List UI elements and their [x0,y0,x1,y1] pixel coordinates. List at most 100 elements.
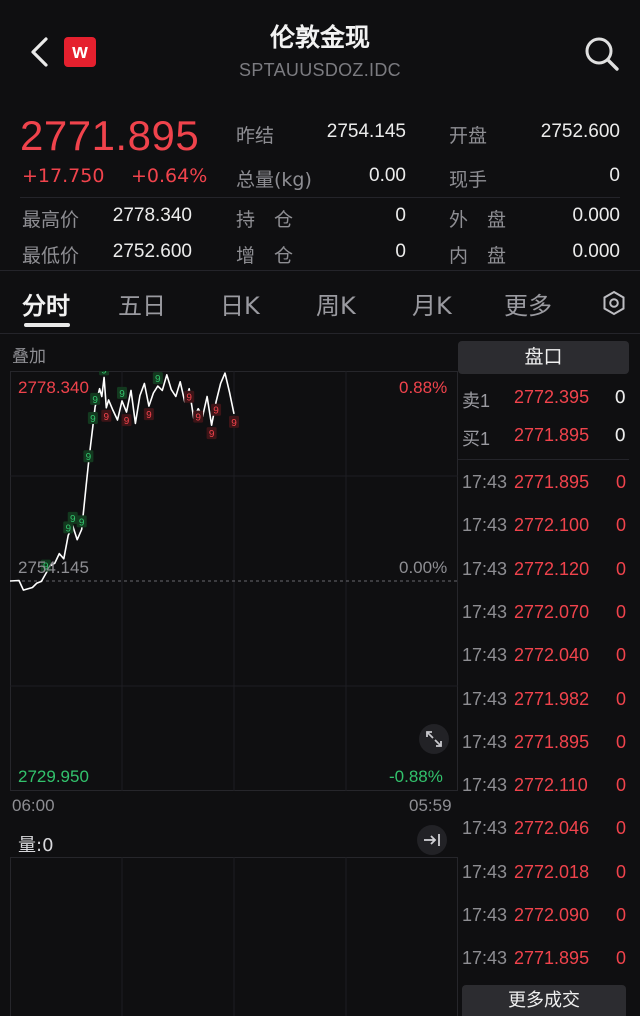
signal-markers: 999999999999999999 [40,371,239,573]
marker-digit: 9 [79,517,85,528]
intraday-chart[interactable]: 999999999999999999 [10,371,458,791]
tick-price: 2772.100 [514,515,590,536]
tick-volume: 0 [615,688,626,709]
tick-price: 2772.090 [514,905,590,925]
marker-digit: 9 [231,418,237,429]
tick-time: 17:43 [462,948,508,969]
tick-time: 17:43 [462,818,508,839]
overlay-button[interactable]: 叠加 [12,342,46,367]
marker-digit: 9 [70,514,76,525]
divider [20,197,620,198]
tick-volume: 0 [615,515,626,536]
inner-value: 0.000 [572,241,620,262]
buy-signal-marker: 9 [87,412,98,425]
jump-to-end-icon[interactable] [416,824,448,856]
tab-daily-k[interactable]: 日K [220,286,260,321]
symbol-code: SPTAUUSDOZ.IDC [239,60,401,80]
last-price: 2771.895 [20,112,200,159]
tick-time: 17:43 [462,515,508,536]
volume-label: 量:0 [18,835,54,856]
tick-time: 17:43 [462,688,508,709]
marker-digit: 9 [195,413,201,424]
hold-label: 持 仓 [236,209,294,231]
buy1-volume: 0 [614,425,626,446]
tick-price: 2771.895 [514,948,590,969]
tick-volume: 0 [615,775,626,796]
buy-signal-marker: 9 [99,371,110,376]
tick-volume: 0 [615,861,626,882]
tick-price: 2771.982 [514,688,590,709]
order-book-tab[interactable]: 盘口 [458,341,629,374]
tick-price: 2772.070 [514,601,590,622]
tick-volume: 0 [615,905,626,925]
buy-signal-marker: 9 [83,450,94,463]
tick-volume: 0 [615,948,626,969]
tab-active-indicator [24,323,70,327]
add-value: 0 [395,241,406,262]
tick-volume: 0 [615,472,626,492]
tick-price: 2771.895 [514,472,590,492]
tab-five-day[interactable]: 五日 [118,286,166,321]
high-value: 2778.340 [112,205,192,226]
y-axis-low-price: 2729.950 [18,767,89,786]
tick-time: 17:43 [462,775,508,796]
low-label: 最低价 [22,245,80,267]
buy1-price: 2771.895 [514,425,590,445]
y-axis-ref-price: 2754.145 [18,558,89,577]
divider [0,333,640,334]
x-axis-start-time: 06:00 [12,796,55,815]
sell-signal-marker: 9 [211,403,222,417]
expand-icon[interactable] [418,723,450,755]
marker-digit: 9 [213,406,219,417]
tick-time: 17:43 [462,731,508,752]
marker-digit: 9 [119,389,125,400]
tick-price: 2772.046 [514,818,590,839]
prev-close-label: 昨结 [236,125,275,147]
tab-more[interactable]: 更多 [504,286,552,321]
y-axis-low-pct: -0.88% [389,767,443,786]
tab-intraday[interactable]: 分时 [22,286,70,321]
y-axis-high-price: 2778.340 [18,378,89,397]
sell-signal-marker: 9 [193,410,204,424]
buy-signal-marker: 9 [152,372,163,385]
y-axis-ref-pct: 0.00% [399,558,448,577]
open-value: 2752.600 [540,121,620,142]
tick-time: 17:43 [462,861,508,882]
tick-time: 17:43 [462,905,508,925]
sell1-price: 2772.395 [514,387,590,407]
marker-digit: 9 [90,414,96,425]
tick-price: 2772.018 [514,861,590,882]
tick-time: 17:43 [462,601,508,622]
settings-icon[interactable] [601,290,627,316]
buy1-label: 买1 [462,429,491,449]
tab-monthly-k[interactable]: 月K [412,286,452,321]
tick-volume: 0 [615,645,626,666]
sell-signal-marker: 9 [229,415,239,429]
marker-digit: 9 [186,393,192,404]
price-change-pct: +0.64% [131,165,208,187]
total-volume-label: 总量(kg) [236,169,312,191]
marker-digit: 9 [155,374,161,385]
tick-volume: 0 [615,731,626,752]
tab-weekly-k[interactable]: 周K [316,286,356,321]
marker-digit: 9 [124,416,130,427]
tick-time: 17:43 [462,558,508,579]
divider [0,270,640,271]
tick-price: 2772.120 [514,558,590,579]
sell-signal-marker: 9 [101,409,112,423]
search-icon[interactable] [582,34,622,74]
marker-digit: 9 [92,395,98,406]
open-label: 开盘 [449,125,488,147]
hold-value: 0 [395,205,406,226]
outer-label: 外 盘 [449,209,507,231]
sell1-volume: 0 [614,387,626,408]
low-value: 2752.600 [112,241,192,262]
marker-digit: 9 [104,412,110,423]
tick-time: 17:43 [462,472,508,492]
x-axis-end-time: 05:59 [409,796,452,815]
more-trades-button[interactable]: 更多成交 [462,985,626,1016]
divider [458,459,629,460]
add-label: 增 仓 [236,245,294,267]
tick-volume: 0 [615,818,626,839]
marker-digit: 9 [209,429,215,440]
